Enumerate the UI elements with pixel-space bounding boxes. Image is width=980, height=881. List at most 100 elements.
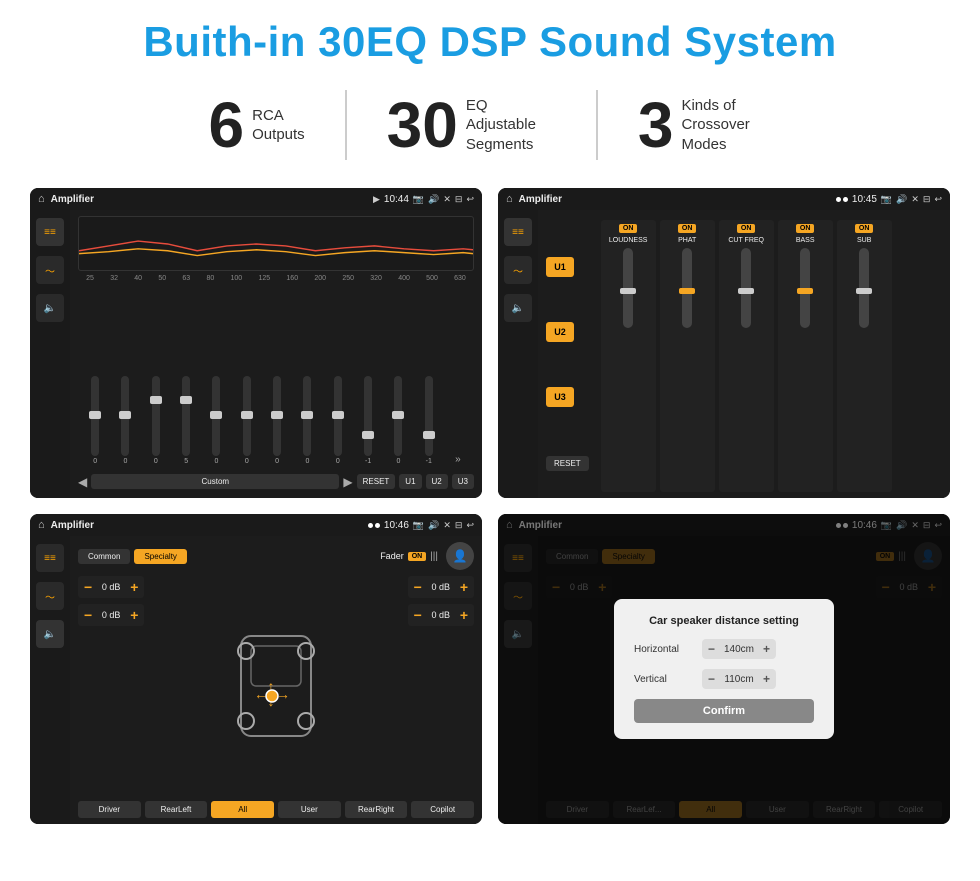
vertical-value: 110cm [719,674,759,685]
eq-u1-btn[interactable]: U1 [399,474,421,489]
app-name-3: Amplifier [51,520,362,531]
phat-channel: ON PHAT [660,220,715,492]
confirm-button[interactable]: Confirm [634,699,814,723]
all-btn[interactable]: All [211,801,274,818]
home-icon-2[interactable]: ⌂ [506,193,513,205]
speaker-icon-btn[interactable]: 🔈 [36,294,64,322]
horizontal-label: Horizontal [634,644,694,655]
eq-u3-btn[interactable]: U3 [452,474,474,489]
vol-val-fl: 0 dB [96,582,126,592]
tab-common-3[interactable]: Common [78,549,130,564]
stat-eq: 30 EQ AdjustableSegments [347,93,596,157]
time-2: 10:45 [852,194,877,205]
side-panel-2: ≡≡ 〜 🔈 [498,210,538,498]
eq-icon-btn-3[interactable]: ≡≡ [36,544,64,572]
eq-bottom-bar: ◀ Custom ▶ RESET U1 U2 U3 [78,471,474,492]
back-icon-1[interactable]: ↩ [466,194,474,205]
volume-icon-1: 🔊 [428,194,439,205]
app-name-2: Amplifier [519,194,830,205]
camera-icon-3: 📷 [413,520,424,531]
rearleft-btn[interactable]: RearLeft [145,801,208,818]
horizontal-control: − 140cm + [702,639,776,659]
vertical-minus[interactable]: − [708,672,715,686]
vertical-plus[interactable]: + [763,672,770,686]
eq-next-btn[interactable]: ▶ [343,475,352,489]
window-icon-1: ⊟ [455,194,463,205]
wave-icon-btn-2[interactable]: 〜 [504,256,532,284]
amp-reset-btn[interactable]: RESET [546,456,589,471]
eq-graph [78,216,474,271]
vol-row-fr: − 0 dB + [408,576,474,598]
vol-plus-rr[interactable]: + [460,607,468,623]
u2-btn[interactable]: U2 [546,322,574,342]
speaker-icon-btn-2[interactable]: 🔈 [504,294,532,322]
back-icon-2[interactable]: ↩ [934,194,942,205]
sub-channel: ON SUB [837,220,892,492]
vol-val-rr: 0 dB [426,610,456,620]
cutfreq-channel: ON CUT FREQ [719,220,774,492]
dialog-vertical-row: Vertical − 110cm + [634,669,814,689]
vol-minus-rr[interactable]: − [414,607,422,623]
eq-sliders: 0 0 0 5 0 0 0 0 0 -1 0 -1 » [78,288,474,465]
user-btn[interactable]: User [278,801,341,818]
dialog-title: Car speaker distance setting [634,615,814,627]
close-icon-1: ✕ [443,194,451,205]
app-name-1: Amplifier [51,194,367,205]
vol-plus-fr[interactable]: + [460,579,468,595]
status-indicators-1: ▶ 10:44 📷 🔊 ✕ ⊟ ↩ [373,194,474,205]
window-icon-3: ⊟ [455,520,463,531]
side-panel-1: ≡≡ 〜 🔈 [30,210,70,498]
vertical-control: − 110cm + [702,669,776,689]
stats-row: 6 RCAOutputs 30 EQ AdjustableSegments 3 … [30,90,950,160]
stat-number-30: 30 [387,93,458,157]
rearright-btn[interactable]: RearRight [345,801,408,818]
back-icon-3[interactable]: ↩ [466,520,474,531]
horizontal-minus[interactable]: − [708,642,715,656]
fader-on-badge: ON [408,552,427,561]
speaker-icon-btn-3[interactable]: 🔈 [36,620,64,648]
screen-amplifier: ⌂ Amplifier 10:45 📷 🔊 ✕ ⊟ ↩ ≡≡ 〜 🔈 [498,188,950,498]
copilot-btn[interactable]: Copilot [411,801,474,818]
vol-val-fr: 0 dB [426,582,456,592]
vertical-label: Vertical [634,674,694,685]
home-icon-3[interactable]: ⌂ [38,519,45,531]
time-3: 10:46 [384,520,409,531]
vol-minus-rl[interactable]: − [84,607,92,623]
stat-rca: 6 RCAOutputs [169,93,345,157]
eq-prev-btn[interactable]: ◀ [78,475,87,489]
eq-u2-btn[interactable]: U2 [426,474,448,489]
driver-btn[interactable]: Driver [78,801,141,818]
screen-eq: ⌂ Amplifier ▶ 10:44 📷 🔊 ✕ ⊟ ↩ ≡≡ 〜 🔈 [30,188,482,498]
vol-minus-fr[interactable]: − [414,579,422,595]
tab-specialty-3[interactable]: Specialty [134,549,186,564]
vol-row-fl: − 0 dB + [78,576,144,598]
wave-icon-btn[interactable]: 〜 [36,256,64,284]
u3-btn[interactable]: U3 [546,387,574,407]
eq-icon-btn[interactable]: ≡≡ [36,218,64,246]
stat-number-6: 6 [209,93,245,157]
u1-btn[interactable]: U1 [546,257,574,277]
vol-plus-rl[interactable]: + [130,607,138,623]
dialog-horizontal-row: Horizontal − 140cm + [634,639,814,659]
dialog-box: Car speaker distance setting Horizontal … [614,599,834,739]
status-bar-3: ⌂ Amplifier 10:46 📷 🔊 ✕ ⊟ ↩ [30,514,482,536]
stat-label-eq: EQ AdjustableSegments [466,96,556,155]
eq-icon-btn-2[interactable]: ≡≡ [504,218,532,246]
wave-icon-btn-3[interactable]: 〜 [36,582,64,610]
eq-reset-btn[interactable]: RESET [357,474,396,489]
eq-preset-custom[interactable]: Custom [91,474,339,489]
home-icon-1[interactable]: ⌂ [38,193,45,205]
user-avatar-btn[interactable]: 👤 [446,542,474,570]
main-title: Buith-in 30EQ DSP Sound System [30,18,950,66]
play-icon-1: ▶ [373,194,380,205]
bottom-btns-3: Driver RearLeft All User RearRight Copil… [78,801,474,818]
stat-label-crossover: Kinds ofCrossover Modes [681,96,771,155]
vol-minus-fl[interactable]: − [84,579,92,595]
vol-plus-fl[interactable]: + [130,579,138,595]
volume-icon-3: 🔊 [428,520,439,531]
screen-dialog: ⌂ Amplifier 10:46 📷 🔊 ✕ ⊟ ↩ ≡≡ 〜 🔈 [498,514,950,824]
screenshots-grid: ⌂ Amplifier ▶ 10:44 📷 🔊 ✕ ⊟ ↩ ≡≡ 〜 🔈 [30,188,950,824]
close-icon-2: ✕ [911,194,919,205]
horizontal-plus[interactable]: + [763,642,770,656]
vol-val-rl: 0 dB [96,610,126,620]
